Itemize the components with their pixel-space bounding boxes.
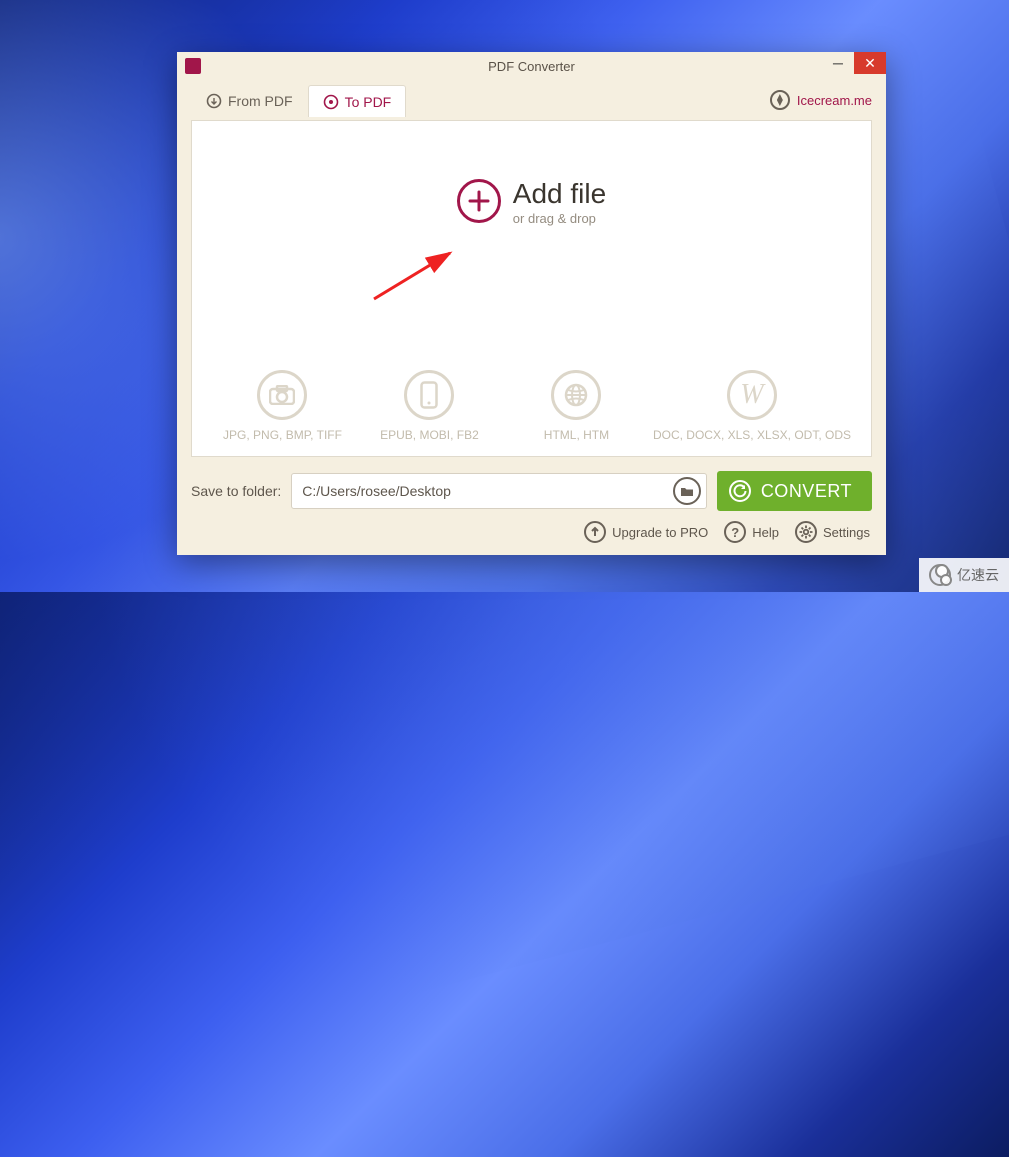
app-icon [185, 58, 201, 74]
tab-to-pdf[interactable]: To PDF [308, 85, 407, 117]
watermark-text: 亿速云 [957, 565, 999, 585]
branding-link[interactable]: Icecream.me [770, 90, 872, 110]
convert-label: CONVERT [761, 481, 852, 502]
save-label: Save to folder: [191, 483, 281, 499]
minimize-button[interactable]: ─ [822, 52, 854, 74]
branding-text: Icecream.me [797, 93, 872, 108]
tab-to-label: To PDF [345, 94, 392, 110]
help-button[interactable]: ? Help [724, 521, 779, 543]
from-pdf-icon [206, 93, 222, 109]
main-panel[interactable]: Add file or drag & drop JPG, PNG, BMP, T… [191, 120, 872, 457]
formats-row: JPG, PNG, BMP, TIFF EPUB, MOBI, FB2 HTML… [192, 370, 871, 442]
save-path-value: C:/Users/rosee/Desktop [302, 483, 673, 499]
format-office-label: DOC, DOCX, XLS, XLSX, ODT, ODS [653, 428, 851, 442]
add-file-button[interactable]: Add file or drag & drop [457, 179, 606, 226]
format-ebooks: EPUB, MOBI, FB2 [359, 370, 500, 442]
tab-from-label: From PDF [228, 93, 293, 109]
titlebar: PDF Converter ─ ✕ [177, 52, 886, 80]
annotation-arrow-icon [368, 245, 468, 305]
plus-icon [457, 179, 501, 223]
footer-row: Upgrade to PRO ? Help Settings [177, 521, 886, 555]
close-button[interactable]: ✕ [854, 52, 886, 74]
save-path-field[interactable]: C:/Users/rosee/Desktop [291, 473, 707, 509]
folder-icon [680, 485, 694, 497]
add-file-subtitle: or drag & drop [513, 211, 606, 226]
branding-icon [770, 90, 790, 110]
arrow-up-icon [584, 521, 606, 543]
tab-from-pdf[interactable]: From PDF [191, 84, 308, 116]
help-label: Help [752, 525, 779, 540]
question-icon: ? [724, 521, 746, 543]
save-row: Save to folder: C:/Users/rosee/Desktop C… [177, 471, 886, 521]
format-html: HTML, HTM [506, 370, 647, 442]
app-window: PDF Converter ─ ✕ From PDF To PDF Icecre… [177, 52, 886, 555]
upgrade-label: Upgrade to PRO [612, 525, 708, 540]
upgrade-button[interactable]: Upgrade to PRO [584, 521, 708, 543]
refresh-icon [729, 480, 751, 502]
globe-icon [551, 370, 601, 420]
format-office: W DOC, DOCX, XLS, XLSX, ODT, ODS [653, 370, 851, 442]
settings-button[interactable]: Settings [795, 521, 870, 543]
format-images: JPG, PNG, BMP, TIFF [212, 370, 353, 442]
settings-label: Settings [823, 525, 870, 540]
window-controls: ─ ✕ [822, 52, 886, 74]
add-file-title: Add file [513, 179, 606, 208]
watermark-icon [929, 564, 951, 586]
gear-icon [795, 521, 817, 543]
to-pdf-icon [323, 94, 339, 110]
convert-button[interactable]: CONVERT [717, 471, 872, 511]
w-icon: W [727, 370, 777, 420]
browse-folder-button[interactable] [673, 477, 701, 505]
phone-icon [404, 370, 454, 420]
watermark: 亿速云 [919, 558, 1009, 592]
format-html-label: HTML, HTM [544, 428, 609, 442]
tabs-row: From PDF To PDF Icecream.me [177, 80, 886, 120]
format-images-label: JPG, PNG, BMP, TIFF [223, 428, 342, 442]
format-ebooks-label: EPUB, MOBI, FB2 [380, 428, 479, 442]
window-title: PDF Converter [488, 59, 575, 74]
camera-icon [257, 370, 307, 420]
